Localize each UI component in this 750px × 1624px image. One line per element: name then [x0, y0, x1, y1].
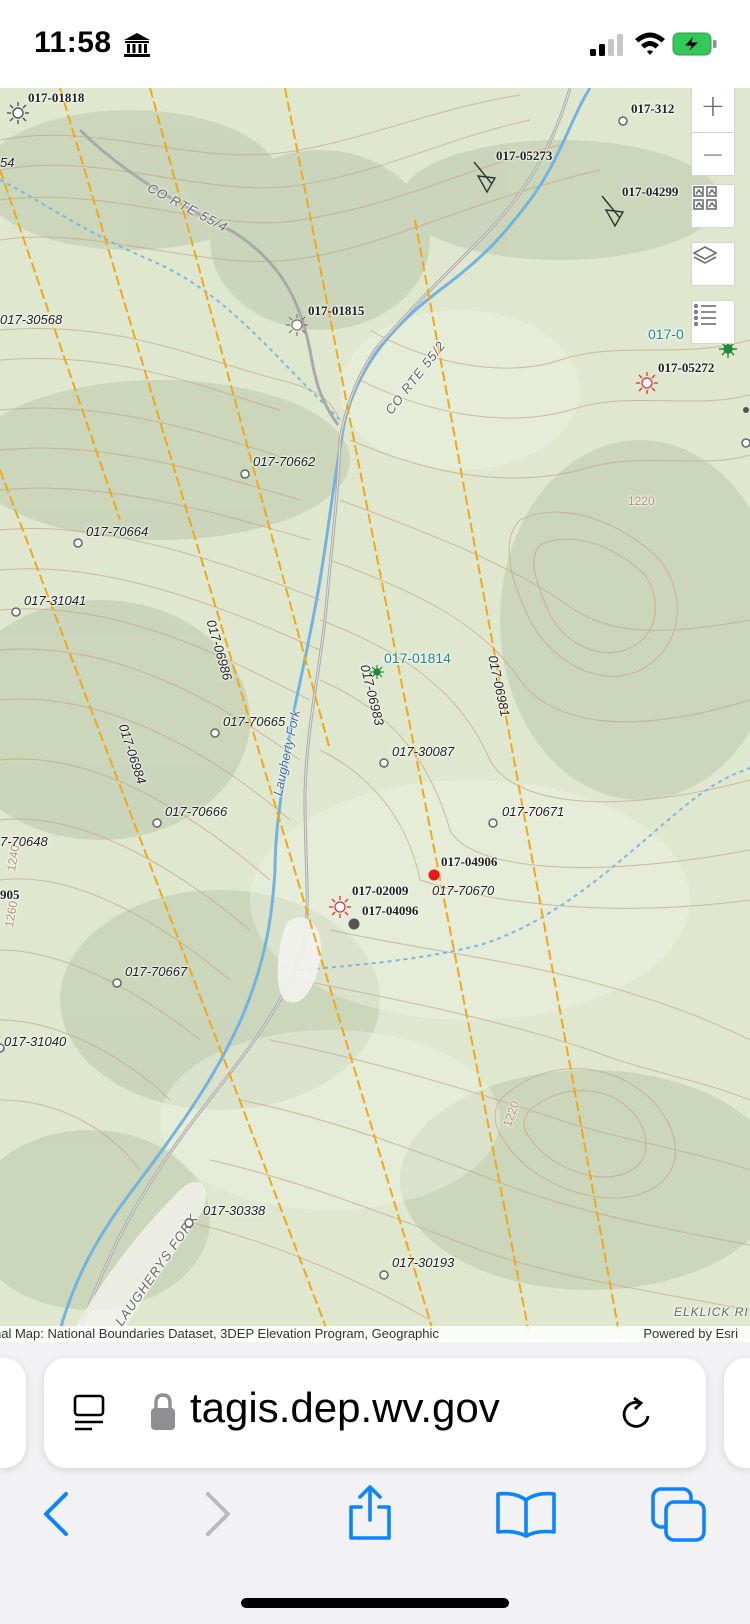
sun-gray-icon	[286, 314, 308, 336]
zoom-out-button[interactable]: −	[691, 132, 735, 176]
well-label: 017-02009	[352, 883, 409, 898]
well-label: 017-31041	[24, 593, 87, 608]
well-label: 017-70666	[165, 804, 228, 819]
plugged-well-icon	[473, 161, 497, 194]
well-label: 017-30568	[0, 312, 63, 327]
well-label: 7-70648	[0, 834, 48, 849]
next-tab-card[interactable]	[724, 1358, 750, 1468]
address-bar[interactable]: t tagis.dep.wv.gov	[44, 1358, 706, 1468]
plugged-well-icon	[601, 195, 625, 228]
browser-toolbar: t tagis.dep.wv.gov	[0, 1342, 750, 1624]
well-label: 017-05273	[496, 148, 553, 163]
well-label: 017-05272	[658, 360, 715, 375]
battery-charging-icon	[672, 32, 717, 56]
red-well-marker	[428, 869, 440, 881]
well-label-teal: 017-01814	[384, 650, 451, 666]
map-attribution[interactable]: nal Map: National Boundaries Dataset, 3D…	[0, 1326, 750, 1342]
well-label: 017-70671	[502, 804, 565, 819]
basemap-gallery-button[interactable]	[691, 184, 735, 228]
layers-icon	[692, 246, 718, 264]
tabs-icon[interactable]	[650, 1486, 708, 1544]
well-label: 017-01818	[28, 90, 85, 105]
zoom-out-icon: −	[701, 137, 725, 171]
well-label: 017-04299	[622, 184, 679, 199]
zoom-in-button[interactable]: +	[691, 88, 735, 132]
sun-gray-icon	[7, 102, 29, 124]
sun-red-icon	[636, 372, 658, 394]
zoom-in-icon: +	[700, 89, 726, 124]
green-star-icon	[370, 665, 384, 679]
well-label: 017-01815	[308, 303, 365, 318]
well-label: 017-30338	[203, 1203, 266, 1218]
well-label: 017-70670	[432, 883, 495, 898]
url-text: tagis.dep.wv.gov	[190, 1384, 500, 1431]
well-label: 017-70667	[125, 964, 188, 979]
well-label: 905	[0, 887, 20, 902]
share-icon[interactable]	[344, 1484, 396, 1542]
map-view[interactable]: CO RTE 55/4 CO RTE 55/2 LAUGHERYS FORK E…	[0, 88, 750, 1338]
attribution-powered-by[interactable]: Powered by Esri	[643, 1326, 738, 1341]
attribution-sources: nal Map: National Boundaries Dataset, 3D…	[0, 1326, 439, 1341]
reader-mode-icon[interactable]	[72, 1393, 108, 1433]
status-time: 11:58	[34, 26, 112, 59]
previous-tab-card[interactable]	[0, 1358, 26, 1468]
forward-icon[interactable]	[196, 1490, 236, 1540]
cellular-signal-icon	[590, 34, 623, 56]
bookmarks-icon[interactable]	[495, 1490, 557, 1540]
well-label: 017-30193	[392, 1255, 455, 1270]
dark-well-marker	[348, 918, 360, 930]
reload-icon[interactable]	[616, 1394, 656, 1434]
status-bar: 11:58	[0, 0, 750, 88]
sun-red-icon	[329, 896, 351, 918]
home-indicator[interactable]	[241, 1598, 509, 1608]
well-label: 017-70665	[223, 714, 286, 729]
open-well-markers	[0, 116, 750, 1280]
back-icon[interactable]	[38, 1490, 78, 1540]
well-label: 54	[0, 155, 15, 170]
edge-well-marker	[743, 407, 749, 413]
layers-button[interactable]	[691, 242, 735, 286]
bank-icon	[124, 33, 150, 57]
well-symbols	[0, 102, 750, 1280]
legend-button[interactable]	[691, 300, 735, 344]
well-label: 017-70662	[253, 454, 316, 469]
well-label: 017-312	[631, 101, 675, 116]
well-label: 017-30087	[392, 744, 455, 759]
wifi-icon	[635, 32, 665, 55]
well-label: 017-04096	[362, 903, 419, 918]
well-label: 017-04906	[441, 854, 498, 869]
well-label-teal: 017-0	[648, 326, 684, 342]
well-label: 017-70664	[86, 524, 149, 539]
basemap-gallery-icon	[693, 186, 717, 210]
lock-icon	[151, 1393, 175, 1430]
well-label: 017-31040	[4, 1034, 67, 1049]
legend-list-icon	[693, 303, 716, 327]
